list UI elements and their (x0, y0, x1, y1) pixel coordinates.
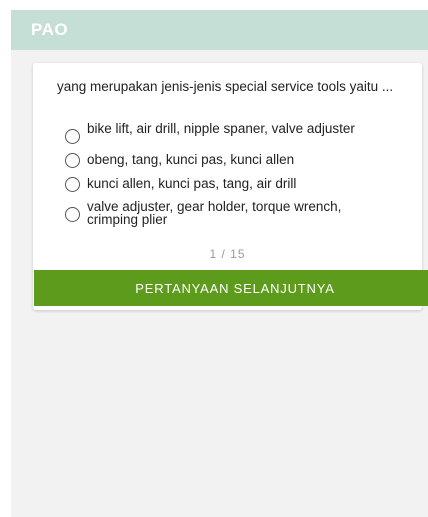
app-bar: PAO (11, 10, 428, 50)
answer-option-2[interactable]: obeng, tang, kunci pas, kunci allen (65, 153, 377, 168)
answer-option-4[interactable]: valve adjuster, gear holder, torque wren… (65, 199, 377, 227)
answer-option-label: kunci allen, kunci pas, tang, air drill (87, 176, 297, 191)
question-card: yang merupakan jenis-jenis special servi… (33, 63, 428, 310)
question-progress: 1 / 15 (209, 247, 246, 261)
radio-button-icon[interactable] (65, 177, 80, 192)
radio-button-icon[interactable] (65, 153, 80, 168)
radio-button-icon[interactable] (65, 129, 80, 144)
answer-option-label: bike lift, air drill, nipple spaner, val… (87, 121, 355, 136)
app-screen: PAO yang merupakan jenis-jenis special s… (11, 10, 428, 517)
question-text: yang merupakan jenis-jenis special servi… (57, 79, 394, 94)
next-question-button[interactable]: PERTANYAAN SELANJUTNYA (34, 270, 428, 306)
answer-option-label: valve adjuster, gear holder, torque wren… (87, 199, 342, 227)
radio-button-icon[interactable] (65, 207, 80, 222)
answer-option-3[interactable]: kunci allen, kunci pas, tang, air drill (65, 177, 377, 192)
answer-option-label: obeng, tang, kunci pas, kunci allen (87, 152, 295, 167)
app-title: PAO (31, 20, 69, 39)
answer-option-1[interactable]: bike lift, air drill, nipple spaner, val… (65, 121, 377, 144)
